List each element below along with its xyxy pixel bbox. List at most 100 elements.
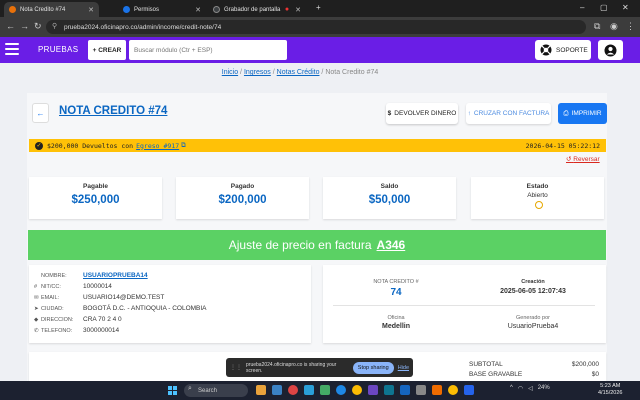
taskbar-search-label: Search [198,387,218,394]
client-field-label: NIT/CC: [41,283,61,290]
app-icon[interactable] [384,385,394,395]
browser-tab-strip: Nota Credito #74 ✕ Permisos ✕ Grabador d… [0,0,640,17]
close-icon[interactable]: ✕ [88,6,94,14]
chrome-icon[interactable] [448,385,458,395]
clock[interactable]: 5:23 AM 4/15/2026 [598,383,622,397]
status-ring-icon [535,201,543,209]
minimize-icon[interactable]: – [580,3,584,12]
doc-number-value: 74 [390,287,402,298]
divider [333,305,595,306]
client-field-value: 3000000014 [83,327,120,334]
egreso-link[interactable]: Egreso #917 [136,142,179,150]
breadcrumb-notas-credito[interactable]: Notas Crédito [277,69,320,76]
company-name[interactable]: PRUEBAS [38,45,78,54]
maximize-icon[interactable]: ▢ [600,3,608,12]
app-icon[interactable] [400,385,410,395]
close-icon[interactable]: ✕ [295,6,301,14]
client-row-telefono: ✆ TELEFONO: 3000000014 [34,326,304,335]
app-icon[interactable] [320,385,330,395]
back-button[interactable]: ← [32,103,49,123]
client-row-email: ✉ EMAIL: USUARIO14@DEMO.TEST [34,293,304,302]
app-icon[interactable] [368,385,378,395]
client-field-value: CRA 70 2 4 0 [83,316,122,323]
window-close-icon[interactable]: ✕ [622,3,629,12]
edge-icon[interactable] [336,385,346,395]
breadcrumb-ingresos[interactable]: Ingresos [244,69,271,76]
favicon-icon [213,6,220,13]
chevron-up-icon[interactable]: ^ [510,385,513,392]
client-row-direccion: ◆ DIRECCION: CRA 70 2 4 0 [34,315,304,324]
soporte-button[interactable]: SOPORTE [535,40,591,60]
status-badge: Abierto [527,192,548,199]
breadcrumb-inicio[interactable]: Inicio [222,69,238,76]
page-title[interactable]: NOTA CREDITO #74 [59,105,167,117]
doc-number-label: NOTA CREDITO # [373,279,419,285]
app-icon[interactable] [416,385,426,395]
cruzar-label: CRUZAR CON FACTURA [473,110,550,117]
breadcrumb-current: Nota Credito #74 [325,69,379,76]
profile-icon[interactable]: ◉ [610,21,618,32]
soporte-label: SOPORTE [556,46,588,54]
subtotal-label: SUBTOTAL [469,361,503,368]
forward-arrow-icon[interactable]: → [20,21,29,31]
tab-grabador[interactable]: Grabador de pantalla ● ✕ [208,2,306,17]
module-search-input[interactable] [129,40,287,60]
invoice-link[interactable]: A346 [377,238,406,252]
base-gravable-row: BASE GRAVABLE $0 [469,371,599,378]
reversar-link[interactable]: ↺ Reversar [566,155,600,163]
imprimir-button[interactable]: ⎙ IMPRIMIR [558,103,607,124]
app-icon[interactable] [464,385,474,395]
file-explorer-icon[interactable] [272,385,282,395]
stop-sharing-button[interactable]: Stop sharing [352,361,394,374]
lifebuoy-icon [540,44,552,56]
stat-card-pagado: Pagado $200,000 [176,177,309,219]
extensions-icon[interactable]: ⧉ [594,21,600,32]
arrow-up-icon: ↑ [467,110,471,117]
client-field-value: BOGOTÁ D.C. - ANTIOQUIA - COLOMBIA [83,305,207,312]
new-tab-icon[interactable]: + [316,3,321,12]
generado-label: Generado por [516,315,550,321]
reload-icon[interactable]: ↻ [34,21,42,32]
tab-nota-credito[interactable]: Nota Credito #74 ✕ [4,2,99,17]
oficina-label: Oficina [387,315,405,321]
chrome-icon[interactable] [352,385,362,395]
client-field-value: USUARIO14@DEMO.TEST [83,294,165,301]
envelope-icon: ✉ [34,294,39,301]
breadcrumb: Inicio / Ingresos / Notas Crédito / Nota… [0,69,600,76]
tab-permisos[interactable]: Permisos ✕ [118,2,206,17]
taskbar-search[interactable]: ⌕ Search [184,384,248,397]
share-text: prueba2024.oficinapro.co is sharing your… [246,361,337,374]
hamburger-menu-icon[interactable] [5,43,19,55]
battery-percent[interactable]: 24% [538,385,550,392]
favicon-icon [123,6,130,13]
user-menu-button[interactable] [598,40,623,60]
client-name-link[interactable]: USUARIOPRUEBA14 [83,272,148,279]
back-arrow-icon[interactable]: ← [6,21,15,31]
undo-icon: ↺ [566,156,572,163]
devolver-dinero-button[interactable]: $ DEVOLVER DINERO [386,103,458,124]
windows-start-icon[interactable] [168,386,177,395]
url-field[interactable]: ⚲ prueba2024.oficinapro.co/admin/income/… [46,20,586,34]
client-row-nombre: NOMBRE: USUARIOPRUEBA14 [34,271,304,280]
tab-title: Grabador de pantalla [224,6,281,13]
subtotal-row: SUBTOTAL $200,000 [469,361,599,368]
site-info-icon[interactable]: ⚲ [52,22,57,30]
task-view-icon[interactable] [256,385,266,395]
favicon-icon [9,6,16,13]
volume-icon[interactable]: ◁ [528,385,533,392]
phone-icon: ✆ [34,327,39,334]
crear-button[interactable]: + CREAR [88,40,126,60]
menu-icon[interactable]: ⋮ [626,21,635,32]
app-icon[interactable] [304,385,314,395]
close-icon[interactable]: ✕ [195,6,201,14]
cruzar-con-factura-button[interactable]: ↑ CRUZAR CON FACTURA [466,103,551,124]
external-link-icon[interactable]: ⧉ [181,141,186,150]
hide-button[interactable]: Hide [398,365,409,371]
wifi-icon[interactable]: ◠ [518,385,523,392]
app-navbar: PRUEBAS + CREAR SOPORTE [0,37,640,63]
client-field-label: EMAIL: [41,294,60,301]
stat-card-estado: Estado Abierto [471,177,604,219]
app-icon[interactable] [288,385,298,395]
drag-handle-icon[interactable]: ⋮⋮ [230,364,242,371]
app-icon[interactable] [432,385,442,395]
